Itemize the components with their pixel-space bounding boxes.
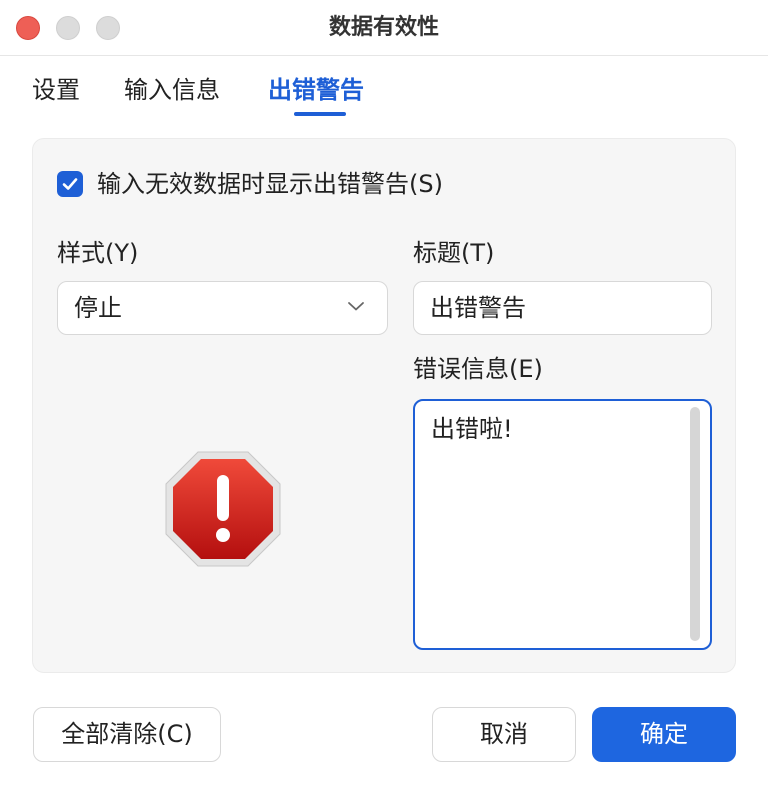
tab-settings[interactable]: 设置 — [32, 70, 80, 110]
tab-input-message[interactable]: 输入信息 — [124, 70, 220, 110]
textarea-scrollbar[interactable] — [690, 407, 700, 641]
title-bar: 数据有效性 — [0, 0, 768, 56]
show-error-alert-label[interactable]: 输入无效数据时显示出错警告(S) — [97, 167, 443, 201]
data-validation-dialog: 数据有效性 设置 输入信息 出错警告 输入无效数据时显示出错警告(S) 样式(Y… — [0, 0, 768, 794]
clear-all-button[interactable]: 全部清除(C) — [33, 707, 221, 762]
window-title: 数据有效性 — [328, 15, 439, 40]
ok-button[interactable]: 确定 — [592, 707, 736, 762]
checkmark-icon — [62, 178, 78, 190]
error-message-label: 错误信息(E) — [413, 355, 543, 383]
style-label: 样式(Y) — [57, 239, 139, 267]
stop-error-icon — [165, 451, 281, 567]
show-error-alert-checkbox[interactable] — [57, 171, 83, 197]
error-message-value: 出错啦! — [431, 415, 513, 443]
title-input[interactable]: 出错警告 — [413, 281, 712, 335]
error-message-textarea[interactable]: 出错啦! — [413, 399, 712, 650]
title-input-value: 出错警告 — [430, 294, 526, 322]
tab-error-alert[interactable]: 出错警告 — [268, 70, 364, 110]
cancel-button[interactable]: 取消 — [432, 707, 576, 762]
error-alert-panel: 输入无效数据时显示出错警告(S) 样式(Y) 停止 标题(T) 出错警告 错误信… — [32, 138, 736, 673]
active-tab-indicator — [294, 112, 346, 116]
title-label: 标题(T) — [413, 239, 495, 267]
style-select[interactable]: 停止 — [57, 281, 388, 335]
chevron-down-icon — [348, 302, 364, 311]
style-select-value: 停止 — [74, 294, 122, 322]
